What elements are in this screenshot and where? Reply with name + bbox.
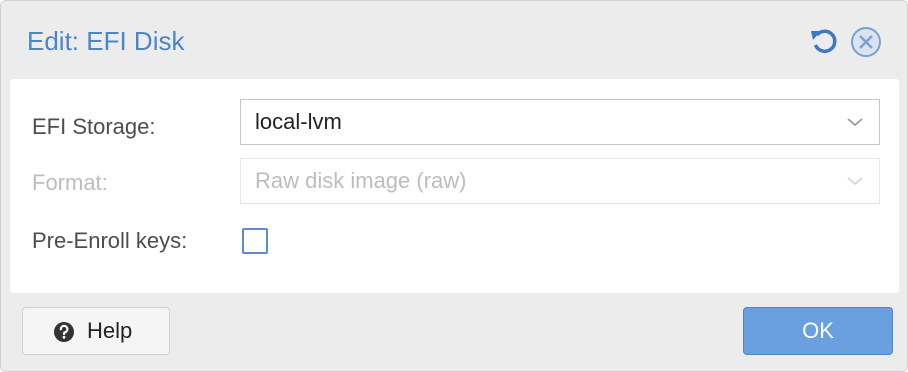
efi-storage-label: EFI Storage: [32,114,156,139]
chevron-down-icon[interactable] [845,114,865,130]
reset-icon[interactable] [807,25,841,59]
format-combobox: Raw disk image (raw) [240,158,880,204]
ok-button-label: OK [802,318,834,343]
close-icon[interactable] [849,25,883,59]
question-circle-icon [53,321,75,343]
format-label: Format: [32,170,108,195]
help-button-label: Help [87,318,133,343]
efi-storage-value: local-lvm [255,109,342,134]
dialog-footer: Help OK [1,293,907,371]
pre-enroll-keys-checkbox[interactable] [242,228,268,254]
ok-button[interactable]: OK [743,307,893,355]
chevron-down-icon [845,173,865,189]
dialog-body: EFI Storage: local-lvm Format: Raw disk … [10,79,899,293]
dialog-title: Edit: EFI Disk [27,26,185,56]
pre-enroll-keys-label: Pre-Enroll keys: [32,228,188,253]
help-button[interactable]: Help [22,307,170,355]
dialog-header: Edit: EFI Disk [1,1,907,79]
format-value: Raw disk image (raw) [255,168,467,193]
efi-storage-combobox[interactable]: local-lvm [240,99,880,145]
edit-efi-disk-dialog: Edit: EFI Disk EFI Storage: local-lvm Fo… [0,0,908,372]
